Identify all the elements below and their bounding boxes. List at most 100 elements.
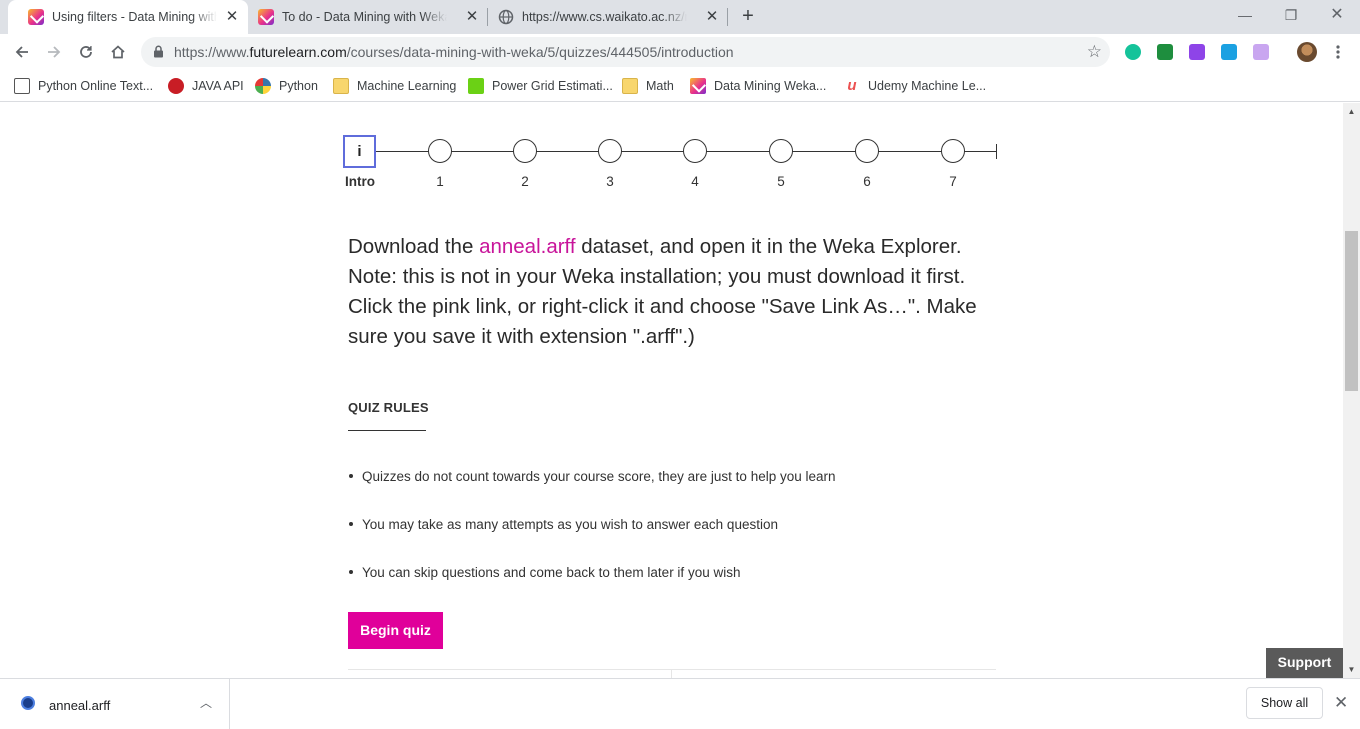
- step-intro[interactable]: i: [343, 135, 376, 168]
- tab-to-do[interactable]: To do - Data Mining with Weka - ✕: [248, 0, 488, 34]
- extension-icon[interactable]: [1253, 44, 1269, 60]
- scroll-down-arrow-icon[interactable]: ▼: [1343, 661, 1360, 678]
- step-2[interactable]: [513, 139, 537, 163]
- rule-item: Quizzes do not count towards your course…: [348, 469, 836, 484]
- bookmark-label: JAVA API: [192, 79, 244, 93]
- tab-close-icon[interactable]: ✕: [704, 9, 720, 25]
- folder-icon: [622, 78, 638, 94]
- close-download-bar-icon[interactable]: ✕: [1334, 693, 1348, 713]
- window-close-button[interactable]: ✕: [1322, 5, 1352, 25]
- futurelearn-icon: [258, 9, 274, 25]
- bookmark-math[interactable]: Math: [622, 76, 674, 96]
- bullet-icon: [349, 474, 353, 479]
- show-all-button[interactable]: Show all: [1246, 687, 1323, 719]
- url-host: futurelearn.com: [249, 44, 347, 60]
- step-label: 2: [521, 174, 529, 189]
- tab-waikato[interactable]: https://www.cs.waikato.ac.nz/ml/ ✕: [488, 0, 728, 34]
- rule-text: You may take as many attempts as you wis…: [362, 517, 778, 532]
- step-7[interactable]: [941, 139, 965, 163]
- tab-divider: [727, 8, 728, 26]
- bookmark-label: Python Online Text...: [38, 79, 154, 93]
- anneal-arff-link[interactable]: anneal.arff: [479, 235, 576, 258]
- smiley-icon: [468, 78, 484, 94]
- heading-underline: [348, 430, 426, 431]
- back-arrow-icon: [15, 46, 28, 58]
- page-scrollbar[interactable]: ▲ ▼: [1343, 103, 1360, 678]
- scroll-up-arrow-icon[interactable]: ▲: [1343, 103, 1360, 120]
- tab-title: Using filters - Data Mining with W: [52, 10, 217, 24]
- bookmark-label: Math: [646, 79, 674, 93]
- download-item[interactable]: anneal.arff ︿: [0, 679, 230, 729]
- download-filename: anneal.arff: [49, 698, 111, 713]
- support-button[interactable]: Support: [1266, 648, 1343, 678]
- tab-title: To do - Data Mining with Weka -: [282, 10, 447, 24]
- quiz-rules-heading: QUIZ RULES: [348, 400, 429, 415]
- divider: [348, 669, 996, 670]
- bookmark-power-grid[interactable]: Power Grid Estimati...: [468, 76, 613, 96]
- step-6[interactable]: [855, 139, 879, 163]
- bullet-icon: [349, 522, 353, 527]
- rule-item: You may take as many attempts as you wis…: [348, 517, 778, 532]
- step-5[interactable]: [769, 139, 793, 163]
- address-bar[interactable]: https://www.futurelearn.com/courses/data…: [141, 37, 1110, 67]
- bookmark-label: Python: [279, 79, 318, 93]
- folder-icon: [333, 78, 349, 94]
- chevron-up-icon[interactable]: ︿: [200, 694, 212, 711]
- globe-icon: [498, 9, 514, 25]
- udemy-icon: u: [847, 77, 857, 94]
- tab-close-icon[interactable]: ✕: [464, 9, 480, 25]
- rule-text: You can skip questions and come back to …: [362, 565, 741, 580]
- browser-toolbar: https://www.futurelearn.com/courses/data…: [0, 34, 1360, 70]
- puzzle-extension-icon[interactable]: [1189, 44, 1205, 60]
- futurelearn-icon: [28, 9, 44, 25]
- download-bar: anneal.arff ︿ Show all ✕: [0, 678, 1360, 729]
- bookmark-udemy[interactable]: u Udemy Machine Le...: [844, 76, 986, 96]
- bookmark-label: Machine Learning: [357, 79, 457, 93]
- restore-button[interactable]: ❐: [1276, 5, 1306, 25]
- reload-button[interactable]: [72, 38, 100, 66]
- lock-icon: [154, 45, 163, 58]
- tab-strip: Using filters - Data Mining with W ✕ To …: [0, 0, 1360, 34]
- file-icon: [21, 696, 35, 710]
- step-label: 7: [949, 174, 957, 189]
- begin-quiz-button[interactable]: Begin quiz: [348, 612, 443, 649]
- home-button[interactable]: [104, 38, 132, 66]
- bookmarks-bar: Python Online Text... JAVA API Python Ma…: [0, 70, 1360, 102]
- rule-text: Quizzes do not count towards your course…: [362, 469, 836, 484]
- rule-item: You can skip questions and come back to …: [348, 565, 740, 580]
- tab-title: https://www.cs.waikato.ac.nz/ml/: [522, 10, 687, 24]
- cloud-extension-icon[interactable]: [1221, 44, 1237, 60]
- chrome-menu-button[interactable]: [1324, 38, 1352, 66]
- home-icon: [111, 45, 125, 59]
- step-1[interactable]: [428, 139, 452, 163]
- back-button[interactable]: [8, 38, 36, 66]
- bookmark-python-online-text[interactable]: Python Online Text...: [14, 76, 153, 96]
- bookmark-data-mining-weka[interactable]: Data Mining Weka...: [690, 76, 826, 96]
- url-text: https://www.futurelearn.com/courses/data…: [174, 37, 734, 67]
- tab-close-icon[interactable]: ✕: [224, 9, 240, 25]
- bookmark-star-icon[interactable]: ☆: [1087, 43, 1102, 61]
- new-tab-button[interactable]: +: [737, 6, 759, 28]
- cast-extension-icon[interactable]: [1157, 44, 1173, 60]
- forward-button[interactable]: [40, 38, 68, 66]
- step-4[interactable]: [683, 139, 707, 163]
- divider: [671, 669, 672, 678]
- bookmark-python[interactable]: Python: [255, 76, 318, 96]
- minimize-button[interactable]: —: [1230, 5, 1260, 25]
- tab-using-filters[interactable]: Using filters - Data Mining with W ✕: [8, 0, 248, 34]
- url-scheme: https://www.: [174, 44, 250, 60]
- bookmark-machine-learning[interactable]: Machine Learning: [333, 76, 456, 96]
- scrollbar-thumb[interactable]: [1345, 231, 1358, 391]
- bookmark-label: Data Mining Weka...: [714, 79, 827, 93]
- grammarly-extension-icon[interactable]: [1125, 44, 1141, 60]
- step-label: 4: [691, 174, 699, 189]
- step-label: 6: [863, 174, 871, 189]
- bookmark-java-api[interactable]: JAVA API: [168, 76, 244, 96]
- url-path: /courses/data-mining-with-weka/5/quizzes…: [346, 44, 734, 60]
- profile-avatar[interactable]: [1297, 42, 1317, 62]
- document-icon: [14, 78, 30, 94]
- forward-arrow-icon: [48, 46, 61, 58]
- bookmark-label: Udemy Machine Le...: [868, 79, 987, 93]
- step-3[interactable]: [598, 139, 622, 163]
- step-label: 5: [777, 174, 785, 189]
